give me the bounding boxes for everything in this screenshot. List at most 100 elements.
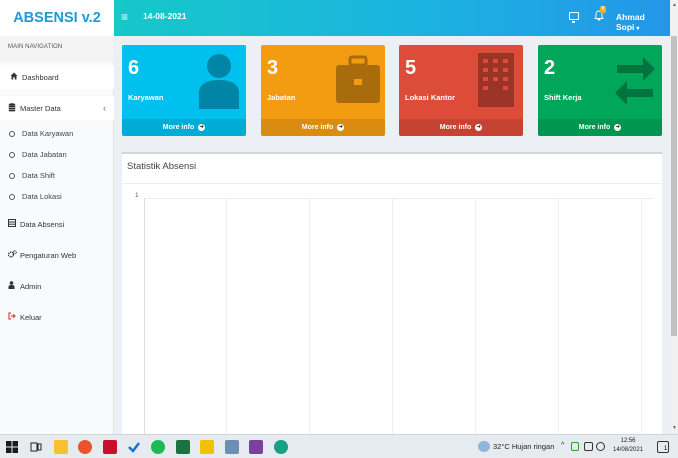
clock-time: 12:56	[620, 438, 636, 444]
network-icon[interactable]	[584, 442, 593, 451]
stat-count: 3	[267, 57, 279, 79]
sign-out-icon	[8, 312, 20, 322]
clock-date: 14/08/2021	[613, 447, 644, 453]
sidebar-subitem-label: Data Karyawan	[22, 129, 74, 138]
checkmark-app-icon[interactable]	[127, 440, 141, 454]
excel-icon[interactable]	[176, 440, 190, 454]
scrollbar-thumb[interactable]	[671, 36, 677, 336]
grid-line	[226, 198, 227, 436]
task-view-icon[interactable]	[30, 440, 44, 454]
chart-plot-area	[144, 198, 654, 436]
spotify-icon[interactable]	[151, 440, 165, 454]
more-info-link[interactable]: More info ➜	[538, 119, 662, 136]
notification-center-icon[interactable]: 1	[657, 441, 669, 453]
caret-down-icon: ▾	[636, 26, 640, 32]
sidebar-subitem-label: Data Jabatan	[22, 150, 67, 159]
firefox-icon[interactable]	[78, 440, 92, 454]
volume-icon[interactable]	[596, 442, 605, 451]
app-red-icon[interactable]	[103, 440, 117, 454]
sidebar-subitem-data-jabatan[interactable]: Data Jabatan	[0, 144, 114, 165]
arrow-circle-right-icon: ➜	[198, 123, 206, 131]
tray-app-icon[interactable]	[571, 442, 579, 451]
circle-icon	[9, 130, 15, 137]
grid-line	[144, 198, 654, 199]
chevron-left-icon: ‹	[103, 103, 106, 113]
circle-icon	[9, 151, 15, 158]
refresh-icon	[611, 51, 659, 109]
sidebar-item-keluar[interactable]: Keluar	[0, 305, 114, 329]
user-icon	[195, 51, 243, 109]
stat-label: Jabatan	[267, 93, 296, 102]
app-yellow-icon[interactable]	[200, 440, 214, 454]
stat-label: Karyawan	[128, 93, 164, 102]
sidebar-item-label: Dashboard	[22, 72, 59, 82]
arrow-circle-right-icon: ➜	[475, 123, 483, 131]
notepad-icon[interactable]	[225, 440, 239, 454]
windows-taskbar: 32°C Hujan ringan ^ 12:56 14/08/2021 1	[0, 434, 678, 458]
top-navbar: ≡ 14-08-2021 0 Ahmad Sopi ▾	[114, 0, 670, 36]
y-axis-tick: 1	[135, 192, 139, 199]
briefcase-icon	[334, 51, 382, 109]
stat-box-karyawan: 6 Karyawan More info ➜	[122, 45, 246, 136]
panel-title: Statistik Absensi	[127, 161, 197, 172]
nav-header: MAIN NAVIGATION	[0, 36, 114, 62]
stat-box-shift-kerja: 2 Shift Kerja More info ➜	[538, 45, 662, 136]
sidebar-subitem-data-shift[interactable]: Data Shift	[0, 165, 114, 186]
sidebar-item-label: Admin	[20, 281, 42, 291]
arrow-circle-right-icon: ➜	[337, 123, 345, 131]
taskbar-clock[interactable]: 12:56 14/08/2021	[613, 437, 643, 455]
more-info-label: More info	[578, 124, 611, 131]
circle-icon	[9, 172, 15, 179]
page-scrollbar[interactable]: ▲ ▼	[670, 0, 678, 434]
user-name: Ahmad Sopi	[616, 12, 645, 32]
grid-line	[558, 198, 559, 436]
stat-count: 2	[544, 57, 556, 79]
sidebar-item-data-absensi[interactable]: Data Absensi	[0, 212, 114, 236]
sidebar-item-pengaturan-web[interactable]: Pengaturan Web	[0, 243, 114, 267]
more-info-link[interactable]: More info ➜	[122, 119, 246, 136]
menu-toggle-icon[interactable]: ≡	[121, 10, 128, 24]
scroll-down-icon[interactable]: ▼	[672, 425, 677, 431]
stat-box-jabatan: 3 Jabatan More info ➜	[261, 45, 385, 136]
sidebar-item-label: Pengaturan Web	[20, 250, 77, 260]
notification-count: 1	[664, 446, 668, 452]
app-teal-icon[interactable]	[274, 440, 288, 454]
sidebar-subitem-label: Data Lokasi	[22, 192, 62, 201]
grid-line	[309, 198, 310, 436]
chevron-up-icon[interactable]: ^	[561, 442, 564, 449]
more-info-link[interactable]: More info ➜	[261, 119, 385, 136]
windows-start-icon[interactable]	[6, 440, 20, 454]
notification-badge: 0	[600, 6, 606, 13]
file-explorer-icon[interactable]	[54, 440, 68, 454]
sidebar-subitem-data-karyawan[interactable]: Data Karyawan	[0, 123, 114, 144]
sidebar-subitem-label: Data Shift	[22, 171, 55, 180]
user-icon	[8, 281, 20, 291]
sidebar-item-master-data[interactable]: Master Data ‹	[0, 96, 114, 120]
home-icon	[10, 72, 22, 82]
scroll-up-icon[interactable]: ▲	[672, 2, 677, 8]
sidebar-item-label: Master Data	[20, 103, 61, 113]
circle-icon	[9, 193, 15, 200]
more-info-label: More info	[301, 124, 334, 131]
sidebar-item-admin[interactable]: Admin	[0, 274, 114, 298]
grid-line	[641, 198, 642, 436]
winrar-icon[interactable]	[249, 440, 263, 454]
stat-box-lokasi-kantor: 5 Lokasi Kantor More info ➜	[399, 45, 523, 136]
stat-label: Lokasi Kantor	[405, 93, 456, 102]
arrow-circle-right-icon: ➜	[614, 123, 622, 131]
monitor-icon[interactable]	[569, 12, 579, 23]
more-info-label: More info	[439, 124, 472, 131]
stat-count: 5	[405, 57, 417, 79]
app-logo[interactable]: ABSENSI v.2	[0, 0, 114, 36]
weather-text[interactable]: 32°C Hujan ringan	[493, 442, 554, 451]
sidebar-item-label: Keluar	[20, 312, 42, 322]
y-axis-line	[144, 198, 145, 436]
cogs-icon	[7, 250, 20, 260]
user-menu[interactable]: Ahmad Sopi ▾	[616, 12, 670, 32]
header-date: 14-08-2021	[143, 11, 187, 21]
sidebar-item-dashboard[interactable]: Dashboard	[0, 65, 114, 89]
stat-count: 6	[128, 57, 140, 79]
weather-icon[interactable]	[478, 441, 490, 452]
sidebar-subitem-data-lokasi[interactable]: Data Lokasi	[0, 186, 114, 207]
more-info-link[interactable]: More info ➜	[399, 119, 523, 136]
